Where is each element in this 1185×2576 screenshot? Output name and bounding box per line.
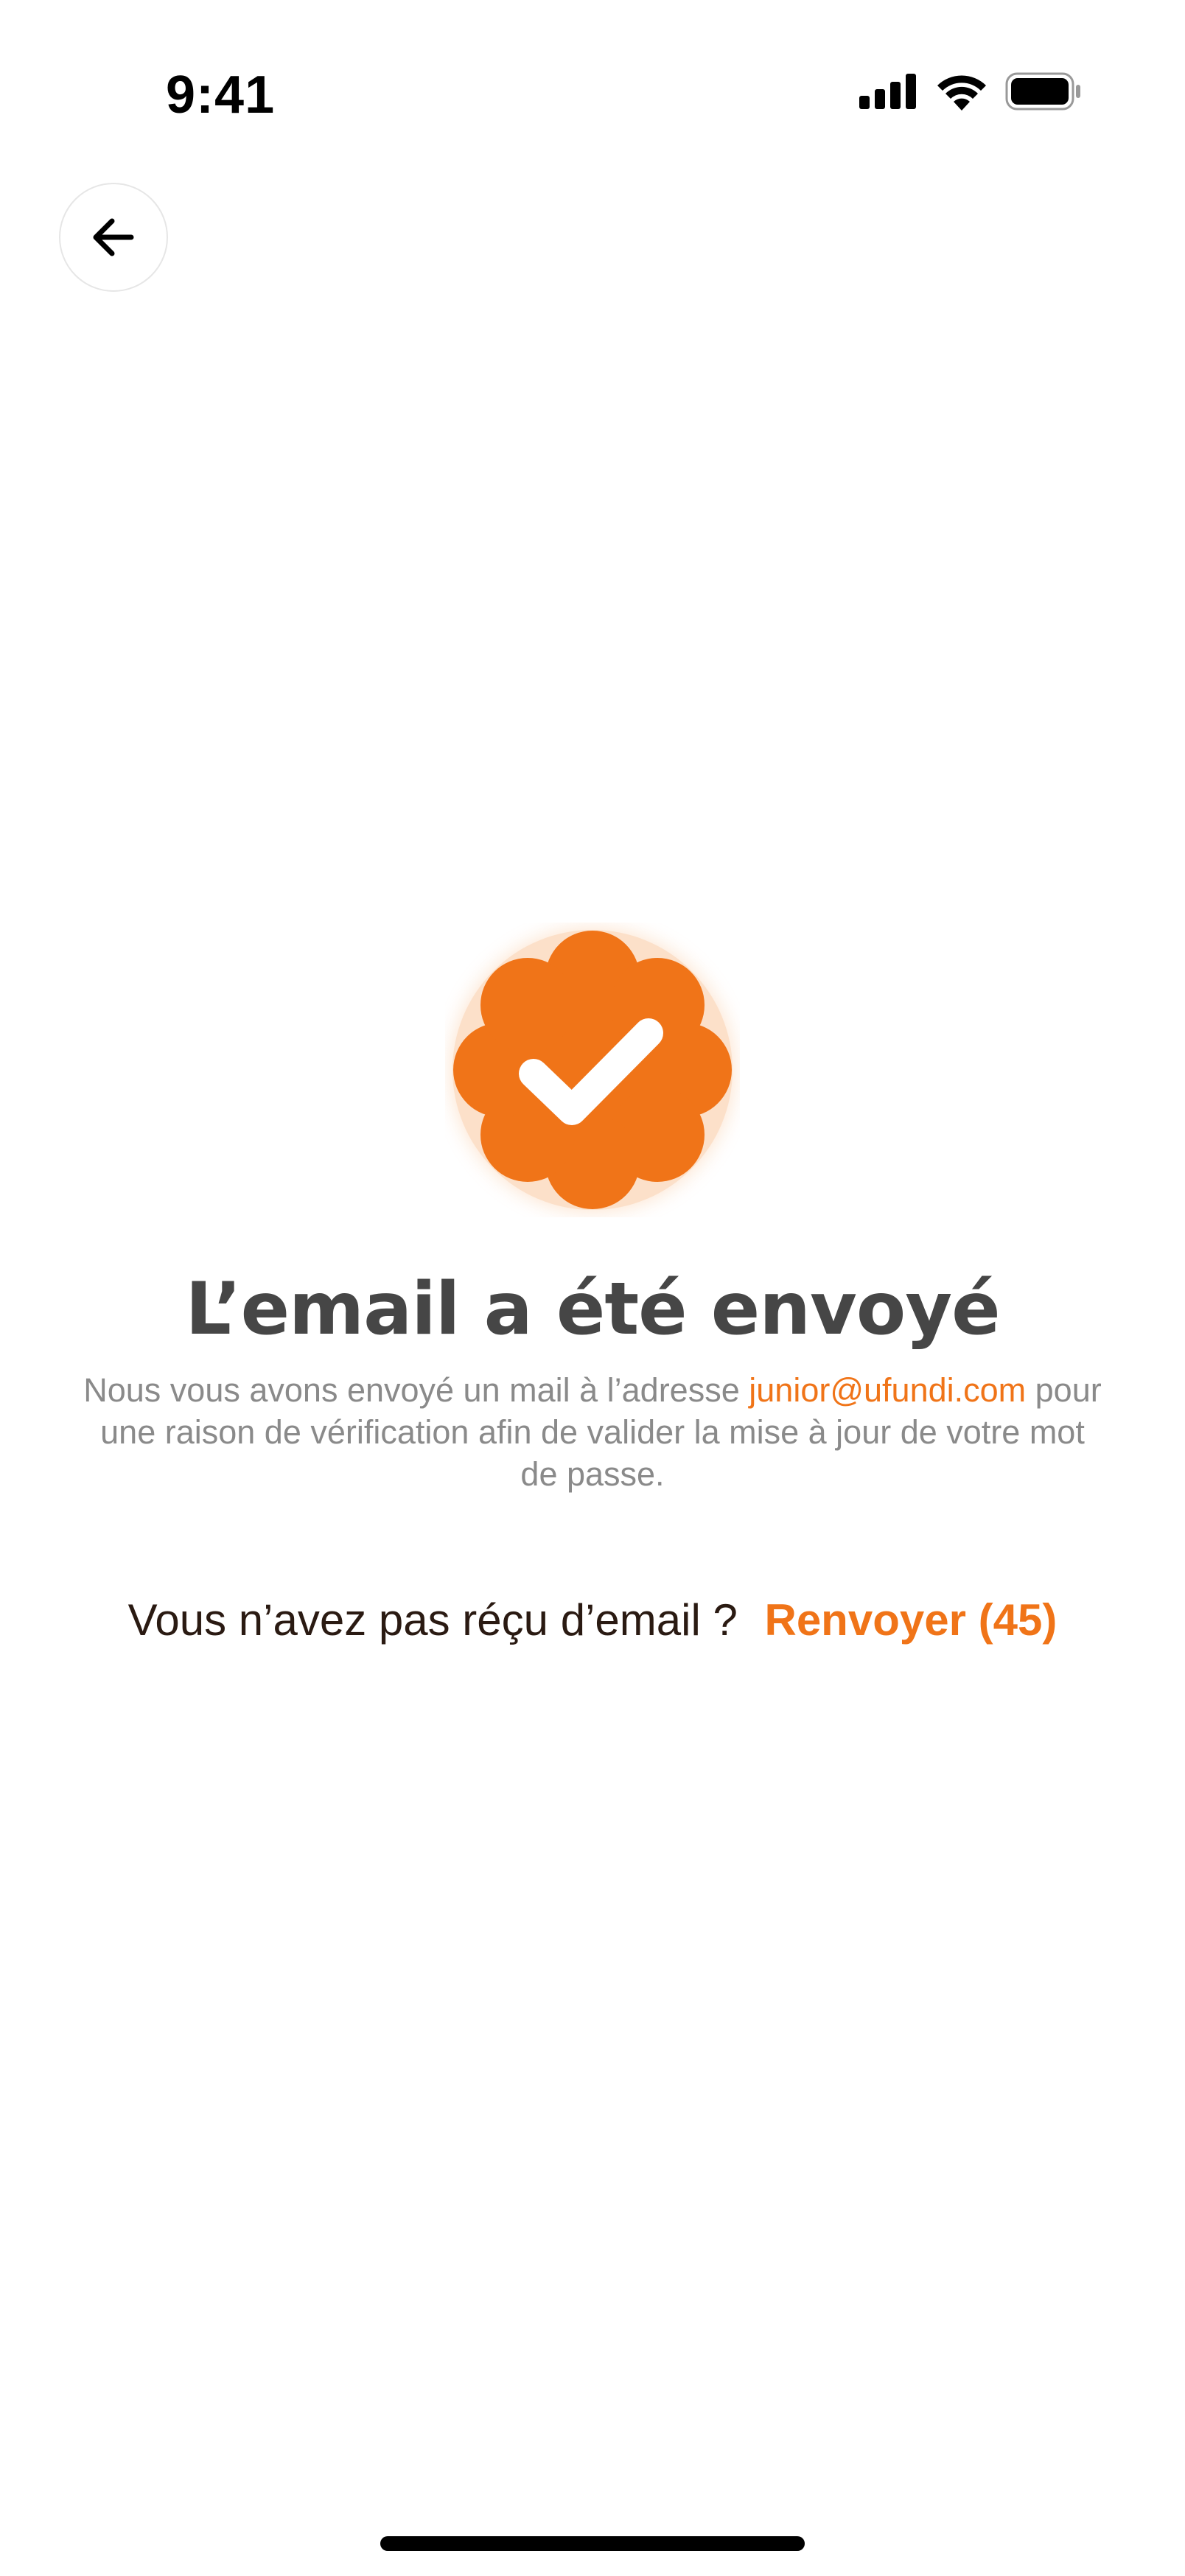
arrow-left-icon [93,218,134,256]
resend-question: Vous n’avez pas réçu d’email ? [127,1595,738,1645]
confirmation-description: Nous vous avons envoyé un mail à l’adres… [81,1369,1104,1495]
wifi-icon [937,75,986,111]
status-time: 9:41 [166,66,276,125]
battery-icon [1005,72,1080,111]
home-indicator [380,2536,805,2551]
resend-row: Vous n’avez pas réçu d’email ? Renvoyer … [0,1595,1185,1645]
status-icons [859,72,1082,111]
verified-check-badge-icon [452,930,733,1210]
cellular-signal-icon [859,74,916,109]
back-button[interactable] [59,183,168,292]
status-bar: 9:41 [0,0,1185,147]
description-prefix: Nous vous avons envoyé un mail à l’adres… [83,1371,740,1409]
page-title: L’email a été envoyé [185,1267,1000,1351]
email-address: junior@ufundi.com [749,1371,1027,1409]
success-badge [445,923,740,1217]
resend-button[interactable]: Renvoyer (45) [764,1595,1057,1645]
